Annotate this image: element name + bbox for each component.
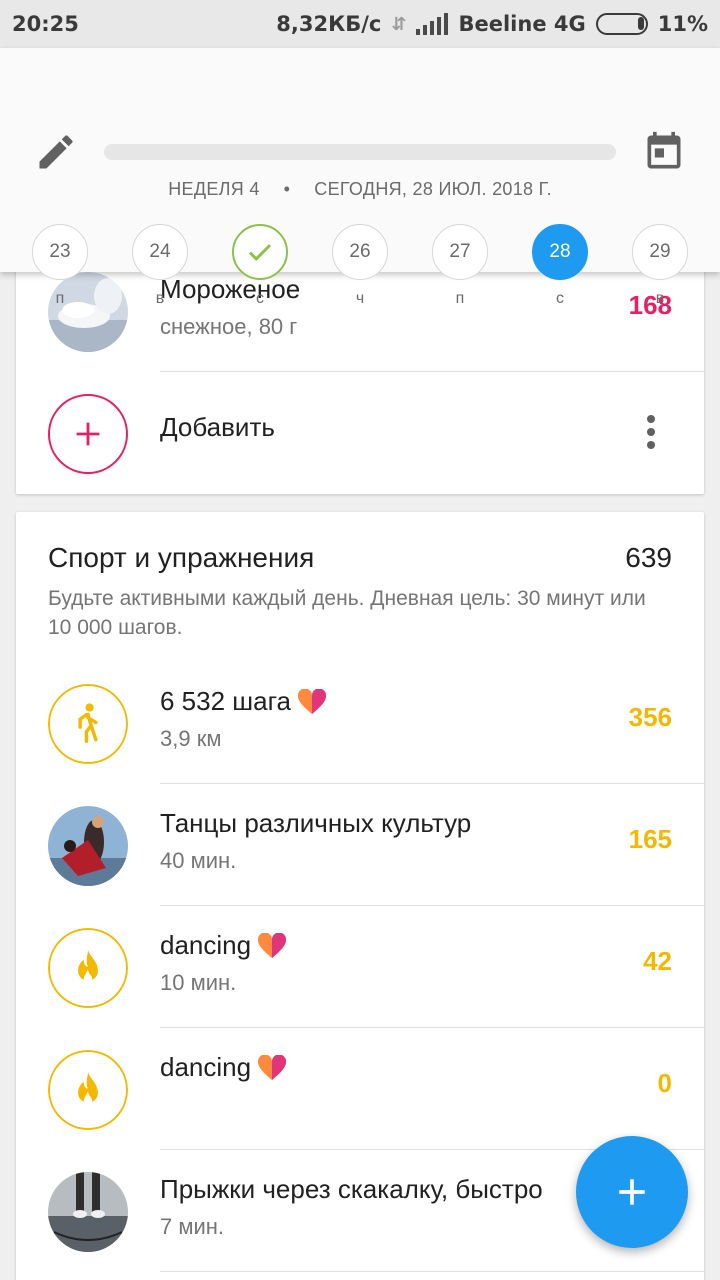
divider: [160, 1271, 704, 1272]
data-arrows-icon: ⇵: [391, 13, 407, 35]
exercise-row[interactable]: dancing 10 мин. 42: [16, 906, 704, 1028]
day-circle[interactable]: 23: [32, 224, 88, 280]
steps-icon-circle: [48, 684, 128, 764]
day-letter: п: [455, 290, 465, 307]
exercise-total-kcal: 639: [625, 542, 672, 573]
food-subtitle: снежное, 80 г: [160, 314, 298, 339]
heart-icon: [297, 688, 326, 714]
exercise-kcal: 165: [628, 824, 672, 854]
day-letter: в: [655, 290, 665, 307]
exercise-subtitle: 3,9 км: [160, 726, 222, 751]
exercise-subtitle: 7 мин.: [160, 1214, 225, 1239]
day-item[interactable]: 23 п: [32, 224, 88, 308]
day-item[interactable]: с: [232, 224, 288, 308]
add-fab-button[interactable]: [576, 1136, 688, 1248]
plus-icon: [619, 1179, 645, 1205]
heart-icon: [258, 1054, 287, 1080]
flame-icon-circle: [48, 1050, 128, 1130]
flame-icon-circle: [48, 928, 128, 1008]
week-label: НЕДЕЛЯ 4: [168, 179, 260, 199]
heart-icon: [258, 932, 287, 958]
checkmark-icon: [248, 244, 272, 261]
day-circle[interactable]: 27: [432, 224, 488, 280]
exercise-title: dancing: [160, 930, 287, 961]
today-label: СЕГОДНЯ, 28 ИЮЛ. 2018 Г.: [314, 179, 552, 199]
exercise-row[interactable]: Танцы различных культур 40 мин. 165: [16, 784, 704, 906]
exercise-description: Будьте активными каждый день. Дневная це…: [48, 587, 646, 639]
add-label: Добавить: [160, 412, 275, 442]
walking-icon: [78, 703, 98, 744]
exercise-title-text: 6 532 шага: [160, 686, 291, 716]
exercise-subtitle: 40 мин.: [160, 848, 237, 873]
calendar-icon[interactable]: [642, 130, 686, 174]
exercise-title: 6 532 шага: [160, 686, 327, 717]
plus-icon: [76, 422, 100, 446]
exercise-kcal: 356: [628, 702, 672, 732]
exercise-kcal: 42: [643, 946, 672, 976]
flame-icon: [78, 1071, 98, 1106]
day-circle[interactable]: 24: [132, 224, 188, 280]
day-letter: с: [556, 290, 564, 307]
day-letter: ч: [355, 290, 365, 307]
signal-icon: [416, 13, 449, 35]
day-letter: п: [55, 290, 65, 307]
day-item[interactable]: 27 п: [432, 224, 488, 308]
exercise-section-title: Спорт и упражнения: [48, 542, 315, 573]
exercise-kcal: 0: [657, 1068, 672, 1098]
exercise-title: Танцы различных культур: [160, 808, 472, 838]
day-letter: с: [256, 290, 264, 307]
day-letter: в: [155, 290, 165, 307]
dance-photo: [48, 806, 128, 886]
day-circle[interactable]: 29: [632, 224, 688, 280]
diary-header: НЕДЕЛЯ 4 • СЕГОДНЯ, 28 ИЮЛ. 2018 Г. 23 п…: [0, 48, 720, 307]
exercise-title: dancing: [160, 1052, 287, 1083]
exercise-title-text: dancing: [160, 930, 252, 960]
jump-rope-photo: [48, 1172, 128, 1252]
exercise-row[interactable]: dancing 0: [16, 1028, 704, 1150]
battery-percent: 11%: [657, 12, 708, 36]
flame-icon: [78, 949, 98, 984]
exercise-title: Прыжки через скакалку, быстро: [160, 1174, 543, 1204]
exercise-title-text: dancing: [160, 1052, 252, 1082]
add-button[interactable]: [48, 394, 128, 474]
week-separator: •: [283, 179, 291, 199]
add-food-row[interactable]: Добавить: [16, 372, 704, 494]
day-circle[interactable]: 26: [332, 224, 388, 280]
more-vert-icon[interactable]: [646, 414, 656, 450]
day-circle-completed[interactable]: [232, 224, 288, 280]
exercise-row[interactable]: 6 532 шага 3,9 км 356: [16, 662, 704, 784]
pencil-icon[interactable]: [34, 130, 78, 174]
day-item[interactable]: 26 ч: [332, 224, 388, 308]
day-item[interactable]: 28 с: [532, 224, 588, 308]
exercise-subtitle: 10 мин.: [160, 970, 237, 995]
battery-icon: [595, 13, 648, 35]
status-bar: 20:25 8,32КБ/с ⇵ Beeline 4G 11%: [0, 0, 720, 48]
day-item[interactable]: 29 в: [632, 224, 688, 308]
day-item[interactable]: 24 в: [132, 224, 188, 308]
network-speed: 8,32КБ/с: [276, 12, 382, 36]
carrier-label: Beeline 4G: [458, 12, 586, 36]
status-time: 20:25: [12, 12, 79, 36]
day-circle-today[interactable]: 28: [532, 224, 588, 280]
week-info: НЕДЕЛЯ 4 • СЕГОДНЯ, 28 ИЮЛ. 2018 Г.: [0, 179, 720, 200]
daily-progress-bar: [104, 144, 616, 160]
